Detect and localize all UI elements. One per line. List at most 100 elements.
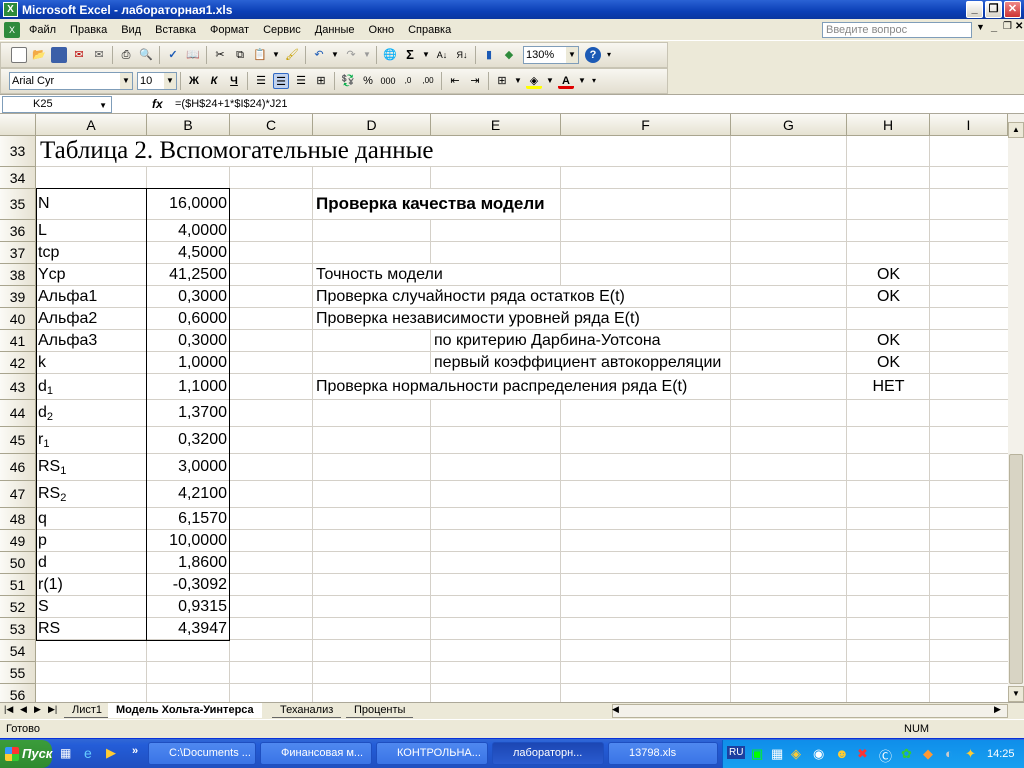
name-box[interactable]: K25 ▼: [2, 96, 112, 113]
param-value[interactable]: 1,1000: [147, 374, 227, 399]
font-color-icon[interactable]: A: [558, 73, 574, 89]
row-header[interactable]: 46: [0, 454, 36, 481]
restore-button[interactable]: ❐: [985, 1, 1002, 18]
param-value[interactable]: 6,1570: [147, 508, 227, 529]
font-name-select[interactable]: Arial Cyr ▼: [9, 72, 133, 90]
quality-autocorrelation-result[interactable]: OK: [848, 352, 929, 373]
undo-dropdown-icon[interactable]: ▼: [331, 47, 339, 63]
column-header-d[interactable]: D: [313, 114, 431, 136]
param-value[interactable]: 1,3700: [147, 400, 227, 426]
column-header-g[interactable]: G: [731, 114, 847, 136]
workbook-icon[interactable]: X: [4, 21, 20, 38]
param-label[interactable]: S: [38, 596, 146, 617]
row-header[interactable]: 47: [0, 481, 36, 508]
quality-randomness[interactable]: Проверка случайности ряда остатков E(t): [316, 286, 629, 307]
decrease-indent-icon[interactable]: ⇤: [447, 73, 463, 89]
row-header[interactable]: 49: [0, 530, 36, 552]
quality-durbin-watson-result[interactable]: OK: [848, 330, 929, 351]
bold-icon[interactable]: Ж: [186, 73, 202, 89]
param-value[interactable]: 41,2500: [147, 264, 227, 285]
param-value[interactable]: 1,8600: [147, 552, 227, 573]
row-header[interactable]: 51: [0, 574, 36, 596]
autosum-dropdown-icon[interactable]: ▼: [422, 47, 430, 63]
row-header[interactable]: 44: [0, 400, 36, 427]
spreadsheet-grid[interactable]: A B C D E F G H I 33 34 35 36 37 38 39 4…: [0, 114, 1008, 702]
row-header[interactable]: 38: [0, 264, 36, 286]
quality-header[interactable]: Проверка качества модели: [316, 189, 551, 219]
row-header[interactable]: 55: [0, 662, 36, 684]
show-desktop-icon[interactable]: ▦: [60, 746, 71, 760]
taskbar-item-lab[interactable]: лабораторн...: [492, 742, 604, 765]
ask-dropdown-icon[interactable]: ▼: [976, 22, 985, 32]
quality-randomness-result[interactable]: OK: [848, 286, 929, 307]
param-label[interactable]: RS: [38, 618, 146, 639]
scroll-left-icon[interactable]: ◀: [612, 704, 619, 715]
param-value[interactable]: 1,0000: [147, 352, 227, 373]
column-header-e[interactable]: E: [431, 114, 561, 136]
scroll-down-icon[interactable]: ▼: [1008, 686, 1024, 702]
sheet-tab[interactable]: Теханализ: [272, 703, 342, 718]
email-icon[interactable]: ✉: [91, 47, 107, 63]
row-header[interactable]: 35: [0, 189, 36, 220]
row-header[interactable]: 53: [0, 618, 36, 640]
fill-color-icon[interactable]: ◈: [526, 73, 542, 89]
param-label[interactable]: d1: [38, 374, 146, 399]
row-header[interactable]: 48: [0, 508, 36, 530]
tray-antivirus-icon[interactable]: ✖: [857, 746, 868, 762]
last-sheet-icon[interactable]: ▶|: [48, 704, 57, 715]
param-value[interactable]: 4,3947: [147, 618, 227, 639]
menu-help[interactable]: Справка: [401, 24, 458, 36]
param-value[interactable]: 4,2100: [147, 481, 227, 507]
menu-tools[interactable]: Сервис: [256, 24, 308, 36]
column-header-i[interactable]: I: [930, 114, 1008, 136]
underline-icon[interactable]: Ч: [226, 73, 242, 89]
save-icon[interactable]: [51, 47, 67, 63]
row-header[interactable]: 37: [0, 242, 36, 264]
param-value[interactable]: -0,3092: [147, 574, 227, 595]
sheet-tab[interactable]: Проценты: [346, 703, 414, 718]
param-value[interactable]: 3,0000: [147, 454, 227, 480]
quality-independence[interactable]: Проверка независимости уровней ряда E(t): [316, 308, 644, 329]
param-label[interactable]: r(1): [38, 574, 146, 595]
cut-icon[interactable]: ✂: [212, 47, 228, 63]
fill-color-dropdown-icon[interactable]: ▼: [546, 73, 554, 89]
permission-icon[interactable]: ✉: [71, 47, 87, 63]
column-header-b[interactable]: B: [147, 114, 230, 136]
fx-icon[interactable]: fx: [152, 97, 163, 111]
param-label[interactable]: d: [38, 552, 146, 573]
select-all-corner[interactable]: [0, 114, 36, 136]
param-label[interactable]: RS 1: [38, 454, 146, 480]
param-label[interactable]: Альфа3: [38, 330, 146, 351]
row-header[interactable]: 41: [0, 330, 36, 352]
quality-durbin-watson[interactable]: по критерию Дарбина-Уотсона: [434, 330, 665, 351]
print-icon[interactable]: ⎙: [118, 47, 134, 63]
font-color-dropdown-icon[interactable]: ▼: [578, 73, 586, 89]
param-label[interactable]: L: [38, 220, 146, 241]
taskbar-item-control[interactable]: КОНТРОЛЬНА...: [376, 742, 488, 765]
redo-dropdown-icon[interactable]: ▼: [363, 47, 371, 63]
align-right-icon[interactable]: ☰: [293, 73, 309, 89]
increase-indent-icon[interactable]: ⇥: [467, 73, 483, 89]
format-toolbar-options-icon[interactable]: ▾: [590, 73, 598, 89]
tray-clock[interactable]: 14:25: [987, 748, 1015, 760]
param-value[interactable]: 0,3200: [147, 427, 227, 453]
first-sheet-icon[interactable]: |◀: [4, 704, 13, 715]
row-header[interactable]: 50: [0, 552, 36, 574]
param-label[interactable]: d2: [38, 400, 146, 426]
taskbar-item-finance[interactable]: Финансовая м...: [260, 742, 372, 765]
autosum-icon[interactable]: Σ: [402, 47, 418, 63]
quality-accuracy[interactable]: Точность модели: [316, 264, 447, 285]
increase-decimal-icon[interactable]: ,0: [400, 73, 416, 89]
tray-network-icon[interactable]: ◉: [813, 746, 824, 762]
param-value[interactable]: 4,5000: [147, 242, 227, 263]
menu-edit[interactable]: Правка: [63, 24, 114, 36]
quicklaunch-more-icon[interactable]: »: [132, 745, 138, 757]
sheet-tab[interactable]: Лист1: [64, 703, 111, 718]
param-label[interactable]: N: [38, 189, 146, 219]
new-icon[interactable]: [11, 47, 27, 63]
drawing-icon[interactable]: ◆: [501, 47, 517, 63]
menu-format[interactable]: Формат: [203, 24, 256, 36]
borders-icon[interactable]: ⊞: [494, 73, 510, 89]
sort-descending-icon[interactable]: Я↓: [454, 47, 470, 63]
paste-icon[interactable]: 📋: [252, 47, 268, 63]
